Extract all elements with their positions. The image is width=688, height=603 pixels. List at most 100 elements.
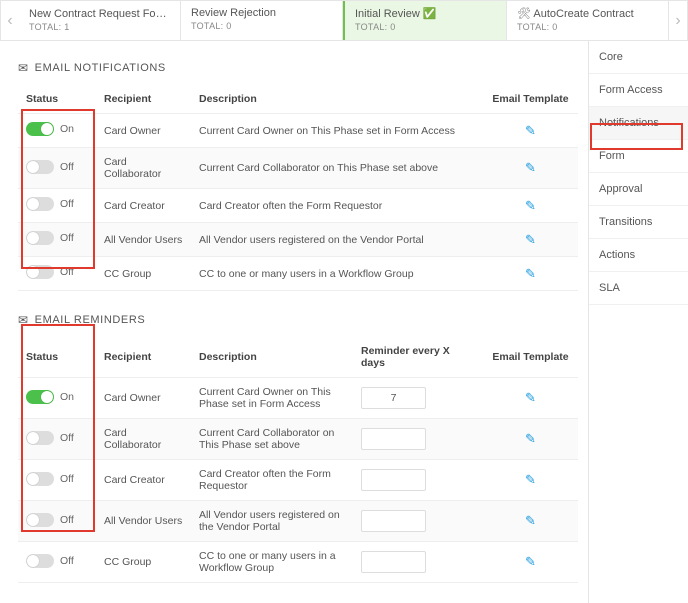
status-toggle[interactable]: Off	[26, 472, 74, 486]
edit-template-icon[interactable]: ✎	[525, 431, 536, 446]
phase-tabs: ‹ New Contract Request Form 🌐 TOTAL: 1 R…	[0, 0, 688, 41]
sidenav-actions[interactable]: Actions	[589, 239, 688, 272]
sidenav-form[interactable]: Form	[589, 140, 688, 173]
toggle-switch-icon	[26, 122, 54, 136]
col-days: Reminder every X days	[353, 337, 483, 378]
reminder-days-input[interactable]	[361, 387, 426, 409]
table-row: Off Card Creator Card Creator often the …	[18, 460, 578, 501]
edit-template-icon[interactable]: ✎	[525, 232, 536, 247]
table-row: Off All Vendor Users All Vendor users re…	[18, 223, 578, 257]
sidenav-form-access[interactable]: Form Access	[589, 74, 688, 107]
phase-title: AutoCreate Contract	[533, 8, 633, 20]
recipient-cell: CC Group	[96, 257, 191, 291]
description-cell: Current Card Owner on This Phase set in …	[191, 378, 353, 419]
recipient-cell: Card Creator	[96, 460, 191, 501]
phase-tab-initial-review[interactable]: Initial Review ✅ TOTAL: 0	[343, 1, 507, 40]
reminder-days-input[interactable]	[361, 551, 426, 573]
sidenav-sla[interactable]: SLA	[589, 272, 688, 305]
settings-sidenav: Core Form Access Notifications Form Appr…	[588, 41, 688, 603]
status-toggle[interactable]: On	[26, 390, 74, 404]
edit-template-icon[interactable]: ✎	[525, 198, 536, 213]
phase-title: Initial Review	[355, 8, 420, 20]
sidenav-approval[interactable]: Approval	[589, 173, 688, 206]
status-toggle[interactable]: Off	[26, 265, 74, 279]
toggle-switch-icon	[26, 160, 54, 174]
col-template: Email Template	[483, 85, 578, 114]
toggle-switch-icon	[26, 197, 54, 211]
reminders-table: Status Recipient Description Reminder ev…	[18, 337, 578, 583]
reminder-days-input[interactable]	[361, 510, 426, 532]
table-row: Off Card Collaborator Current Card Colla…	[18, 419, 578, 460]
table-row: Off All Vendor Users All Vendor users re…	[18, 501, 578, 542]
section-header-notifications: ✉ EMAIL NOTIFICATIONS	[18, 61, 588, 75]
table-row: Off Card Creator Card Creator often the …	[18, 189, 578, 223]
phase-total: TOTAL: 0	[191, 21, 332, 31]
description-cell: Card Creator often the Form Requestor	[191, 460, 353, 501]
sidenav-notifications[interactable]: Notifications	[589, 107, 688, 140]
table-row: Off CC Group CC to one or many users in …	[18, 257, 578, 291]
status-toggle[interactable]: Off	[26, 431, 74, 445]
col-template: Email Template	[483, 337, 578, 378]
phase-tab-new-contract[interactable]: New Contract Request Form 🌐 TOTAL: 1	[19, 1, 181, 40]
table-row: On Card Owner Current Card Owner on This…	[18, 114, 578, 148]
edit-template-icon[interactable]: ✎	[525, 123, 536, 138]
col-recipient: Recipient	[96, 337, 191, 378]
description-cell: Card Creator often the Form Requestor	[191, 189, 483, 223]
description-cell: CC to one or many users in a Workflow Gr…	[191, 542, 353, 583]
recipient-cell: Card Owner	[96, 114, 191, 148]
section-title: EMAIL NOTIFICATIONS	[35, 62, 166, 74]
status-toggle[interactable]: On	[26, 122, 74, 136]
notifications-table: Status Recipient Description Email Templ…	[18, 85, 578, 291]
reminder-days-input[interactable]	[361, 428, 426, 450]
recipient-cell: CC Group	[96, 542, 191, 583]
phase-title: Review Rejection	[191, 7, 276, 19]
toggle-switch-icon	[26, 554, 54, 568]
sidenav-core[interactable]: Core	[589, 41, 688, 74]
col-description: Description	[191, 85, 483, 114]
sidenav-transitions[interactable]: Transitions	[589, 206, 688, 239]
recipient-cell: Card Owner	[96, 378, 191, 419]
description-cell: All Vendor users registered on the Vendo…	[191, 223, 483, 257]
edit-template-icon[interactable]: ✎	[525, 390, 536, 405]
table-row: On Card Owner Current Card Owner on This…	[18, 378, 578, 419]
reminder-days-input[interactable]	[361, 469, 426, 491]
check-icon: ✅	[423, 8, 437, 20]
phase-scroll-right[interactable]: ›	[669, 1, 687, 40]
toggle-switch-icon	[26, 472, 54, 486]
status-toggle[interactable]: Off	[26, 197, 74, 211]
status-toggle[interactable]: Off	[26, 554, 74, 568]
description-cell: CC to one or many users in a Workflow Gr…	[191, 257, 483, 291]
status-toggle[interactable]: Off	[26, 160, 74, 174]
phase-total: TOTAL: 0	[517, 22, 658, 32]
recipient-cell: Card Creator	[96, 189, 191, 223]
toggle-switch-icon	[26, 513, 54, 527]
edit-template-icon[interactable]: ✎	[525, 472, 536, 487]
phase-total: TOTAL: 1	[29, 22, 170, 32]
col-status: Status	[18, 85, 96, 114]
col-recipient: Recipient	[96, 85, 191, 114]
recipient-cell: All Vendor Users	[96, 223, 191, 257]
phase-tab-autocreate-contract[interactable]: 🛠 AutoCreate Contract TOTAL: 0	[507, 1, 669, 40]
edit-template-icon[interactable]: ✎	[525, 266, 536, 281]
phase-title: New Contract Request Form	[29, 8, 168, 20]
status-toggle[interactable]: Off	[26, 513, 74, 527]
recipient-cell: All Vendor Users	[96, 501, 191, 542]
table-row: Off CC Group CC to one or many users in …	[18, 542, 578, 583]
phase-tab-review-rejection[interactable]: Review Rejection TOTAL: 0	[181, 1, 343, 40]
toggle-switch-icon	[26, 265, 54, 279]
description-cell: All Vendor users registered on the Vendo…	[191, 501, 353, 542]
envelope-icon: ✉	[18, 61, 29, 75]
edit-template-icon[interactable]: ✎	[525, 554, 536, 569]
recipient-cell: Card Collaborator	[96, 148, 191, 189]
phase-total: TOTAL: 0	[355, 22, 496, 32]
edit-template-icon[interactable]: ✎	[525, 513, 536, 528]
toggle-switch-icon	[26, 431, 54, 445]
tools-icon: 🛠	[517, 8, 531, 20]
status-toggle[interactable]: Off	[26, 231, 74, 245]
section-header-reminders: ✉ EMAIL REMINDERS	[18, 313, 588, 327]
description-cell: Current Card Owner on This Phase set in …	[191, 114, 483, 148]
col-status: Status	[18, 337, 96, 378]
description-cell: Current Card Collaborator on This Phase …	[191, 419, 353, 460]
edit-template-icon[interactable]: ✎	[525, 160, 536, 175]
phase-scroll-left[interactable]: ‹	[1, 1, 19, 40]
